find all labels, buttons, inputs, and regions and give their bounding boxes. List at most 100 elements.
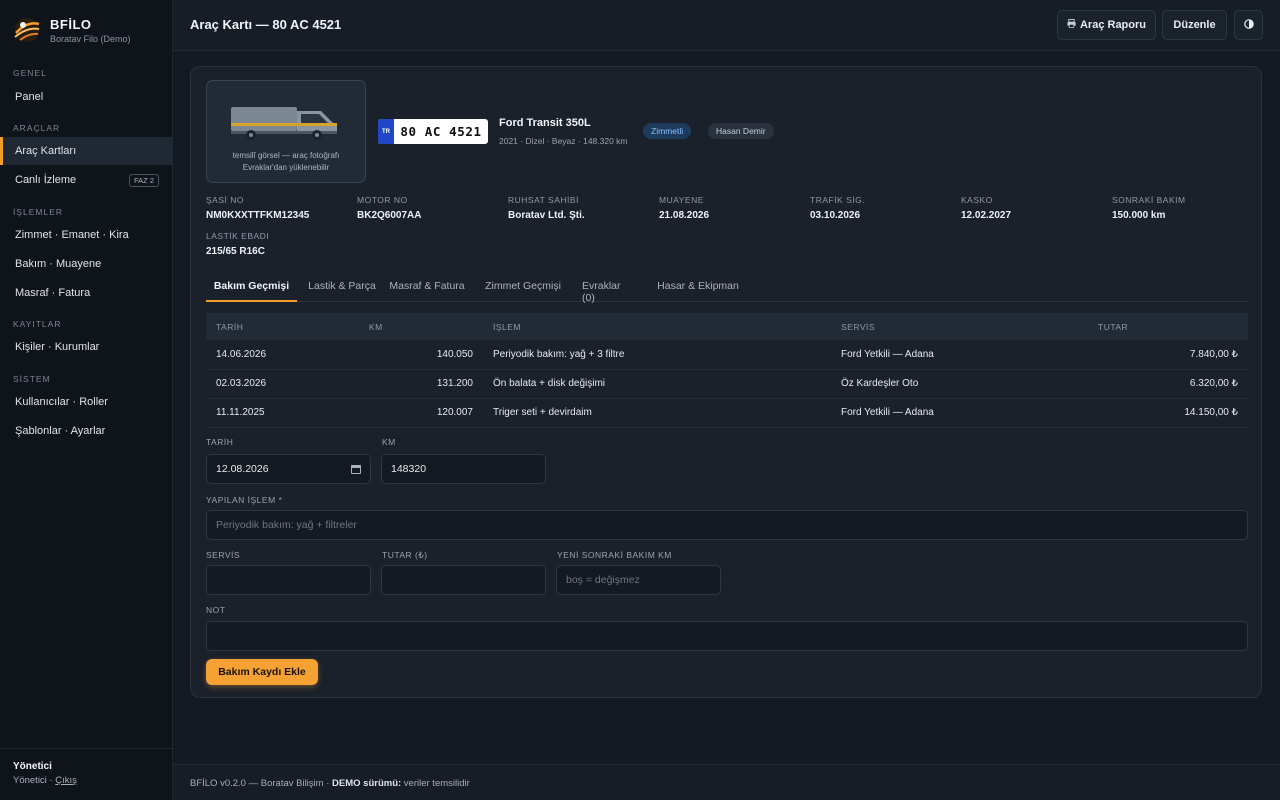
phase-badge: FAZ 2 bbox=[128, 173, 159, 187]
operation-label: YAPILAN İŞLEM * bbox=[206, 495, 283, 505]
sidebar-item-label: Kullanıcılar · Roller bbox=[15, 396, 108, 408]
cell-amount: 14.150,00 ₺ bbox=[1088, 398, 1248, 428]
col-km[interactable]: KM bbox=[359, 313, 483, 340]
note-field[interactable] bbox=[206, 621, 1248, 651]
col-operation[interactable]: İŞLEM bbox=[483, 313, 831, 340]
sidebar-item-canli-izleme[interactable]: Canlı İzleme FAZ 2 bbox=[0, 166, 172, 194]
service-field[interactable] bbox=[206, 565, 371, 595]
sidebar-item-label: Canlı İzleme bbox=[15, 174, 77, 186]
top-bar: Araç Kartı — 80 AC 4521 Araç Raporu Düze… bbox=[173, 0, 1280, 51]
nav-section-genel: GENEL bbox=[13, 68, 47, 78]
tab-masraf-fatura[interactable]: Masraf & Fatura bbox=[389, 272, 465, 302]
next-km-label: YENİ SONRAKİ BAKIM KM bbox=[557, 550, 672, 560]
page-title: Araç Kartı — 80 AC 4521 bbox=[190, 17, 342, 32]
col-amount[interactable]: TUTAR bbox=[1088, 313, 1248, 340]
theme-toggle-button[interactable] bbox=[1234, 10, 1263, 40]
spec-label: ŞASİ NO bbox=[206, 195, 244, 205]
footer: BFİLO v0.2.0 — Boratav Bilişim · DEMO sü… bbox=[173, 764, 1280, 800]
add-maintenance-button[interactable]: Bakım Kaydı Ekle bbox=[206, 659, 318, 685]
vehicle-photo-placeholder: temsilî görsel — araç fotoğrafı Evraklar… bbox=[206, 80, 366, 183]
note-label: NOT bbox=[206, 605, 226, 615]
col-date[interactable]: TARİH bbox=[206, 313, 359, 340]
assignee-badge: Hasan Demir bbox=[708, 123, 774, 139]
sidebar-item-kisiler[interactable]: Kişiler · Kurumlar bbox=[0, 333, 172, 361]
sidebar-item-label: Zimmet · Emanet · Kira bbox=[15, 229, 129, 241]
next-km-placeholder: boş = değişmez bbox=[566, 574, 640, 586]
operation-field[interactable]: Periyodik bakım: yağ + filtreler bbox=[206, 510, 1248, 540]
service-label: SERVİS bbox=[206, 550, 241, 560]
sidebar-item-bakim[interactable]: Bakım · Muayene bbox=[0, 250, 172, 278]
edit-button[interactable]: Düzenle bbox=[1162, 10, 1227, 40]
tab-bakim-gecmisi[interactable]: Bakım Geçmişi bbox=[206, 272, 297, 302]
table-row[interactable]: 02.03.2026 131.200 Ön balata + disk deği… bbox=[206, 369, 1248, 399]
spec-chassis: ŞASİ NO NM0KXXTTFKM12345 bbox=[206, 195, 309, 221]
amount-field[interactable] bbox=[381, 565, 546, 595]
km-label: KM bbox=[382, 437, 396, 447]
sidebar-item-label: Panel bbox=[15, 91, 44, 103]
license-plate: TR 80 AC 4521 bbox=[378, 119, 488, 144]
footer-version: BFİLO v0.2.0 — Boratav Bilişim · bbox=[190, 778, 333, 789]
tab-hasar-ekipman[interactable]: Hasar & Ekipman bbox=[656, 272, 740, 302]
spec-traffic-insurance: TRAFİK SİG. 03.10.2026 bbox=[810, 195, 865, 221]
footer-demo-label: DEMO sürümü: bbox=[332, 778, 402, 789]
next-km-field[interactable]: boş = değişmez bbox=[556, 565, 721, 595]
spec-label: SONRAKİ BAKIM bbox=[1112, 195, 1186, 205]
sidebar-item-label: Masraf · Fatura bbox=[15, 287, 91, 299]
brand-subtitle: Boratav Filo (Demo) bbox=[50, 33, 131, 44]
km-field[interactable]: 148320 bbox=[381, 454, 546, 484]
sidebar-item-label: Şablonlar · Ayarlar bbox=[15, 425, 106, 437]
tab-zimmet-gecmisi[interactable]: Zimmet Geçmişi bbox=[484, 272, 562, 302]
sidebar-item-panel[interactable]: Panel bbox=[0, 83, 172, 111]
logout-link[interactable]: Çıkış bbox=[55, 775, 77, 786]
spec-value: 215/65 R16C bbox=[206, 246, 265, 257]
date-field[interactable]: 12.08.2026 bbox=[206, 454, 371, 484]
photo-caption-hint: Evraklar'dan yüklenebilir bbox=[242, 163, 330, 172]
edit-button-label: Düzenle bbox=[1173, 19, 1216, 31]
photo-caption: temsilî görsel — araç fotoğrafı bbox=[232, 151, 340, 160]
spec-label: KASKO bbox=[961, 195, 993, 205]
sidebar-item-masraf[interactable]: Masraf · Fatura bbox=[0, 279, 172, 307]
status-badge: Zimmetli bbox=[643, 123, 692, 139]
spec-engine: MOTOR NO BK2Q6007AA bbox=[357, 195, 421, 221]
spec-value: Boratav Ltd. Şti. bbox=[508, 210, 585, 221]
spec-label: LASTİK EBADI bbox=[206, 231, 270, 241]
sidebar-item-sablonlar[interactable]: Şablonlar · Ayarlar bbox=[0, 417, 172, 445]
spec-owner: RUHSAT SAHİBİ Boratav Ltd. Şti. bbox=[508, 195, 585, 221]
spec-value: NM0KXXTTFKM12345 bbox=[206, 210, 310, 221]
sidebar-item-label: Bakım · Muayene bbox=[15, 258, 102, 270]
table-row[interactable]: 14.06.2026 140.050 Periyodik bakım: yağ … bbox=[206, 340, 1248, 370]
nav-section-islemler: İŞLEMLER bbox=[13, 207, 64, 217]
user-name: Yönetici bbox=[13, 761, 52, 772]
tab-lastik-parca[interactable]: Lastik & Parça bbox=[306, 272, 378, 302]
cell-date: 02.03.2026 bbox=[206, 369, 359, 399]
cell-service: Ford Yetkili — Adana bbox=[831, 340, 1088, 370]
sidebar-item-kullanicilar[interactable]: Kullanıcılar · Roller bbox=[0, 388, 172, 416]
table-row[interactable]: 11.11.2025 120.007 Triger seti + devirda… bbox=[206, 398, 1248, 428]
date-value: 12.08.2026 bbox=[216, 463, 269, 475]
tab-bar: Bakım Geçmişi Lastik & Parça Masraf & Fa… bbox=[206, 272, 1248, 304]
cell-operation: Periyodik bakım: yağ + 3 filtre bbox=[483, 340, 831, 370]
spec-value: 12.02.2027 bbox=[961, 210, 1012, 221]
amount-label: TUTAR (₺) bbox=[382, 550, 428, 560]
sidebar-item-arac-kartlari[interactable]: Araç Kartları bbox=[0, 137, 172, 165]
brand[interactable]: BFİLO Boratav Filo (Demo) bbox=[12, 14, 131, 46]
printer-icon bbox=[1067, 19, 1076, 31]
spec-value: 03.10.2026 bbox=[810, 210, 861, 221]
cell-km: 131.200 bbox=[359, 369, 483, 399]
user-panel: Yönetici Yönetici · Çıkış bbox=[0, 748, 172, 798]
tab-evraklar[interactable]: Evraklar (0) bbox=[582, 272, 636, 304]
vehicle-report-button[interactable]: Araç Raporu bbox=[1057, 10, 1156, 40]
cell-amount: 6.320,00 ₺ bbox=[1088, 369, 1248, 399]
sidebar-item-zimmet[interactable]: Zimmet · Emanet · Kira bbox=[0, 221, 172, 249]
nav-section-kayitlar: KAYITLAR bbox=[13, 319, 62, 329]
date-label: TARİH bbox=[206, 437, 234, 447]
col-service[interactable]: SERVİS bbox=[831, 313, 1088, 340]
calendar-icon[interactable] bbox=[351, 464, 361, 474]
cell-service: Ford Yetkili — Adana bbox=[831, 398, 1088, 428]
cell-km: 120.007 bbox=[359, 398, 483, 428]
brand-logo-icon bbox=[12, 15, 42, 45]
brand-name: BFİLO bbox=[50, 16, 92, 32]
spec-value: BK2Q6007AA bbox=[357, 210, 422, 221]
cell-km: 140.050 bbox=[359, 340, 483, 370]
operation-placeholder: Periyodik bakım: yağ + filtreler bbox=[216, 519, 357, 531]
